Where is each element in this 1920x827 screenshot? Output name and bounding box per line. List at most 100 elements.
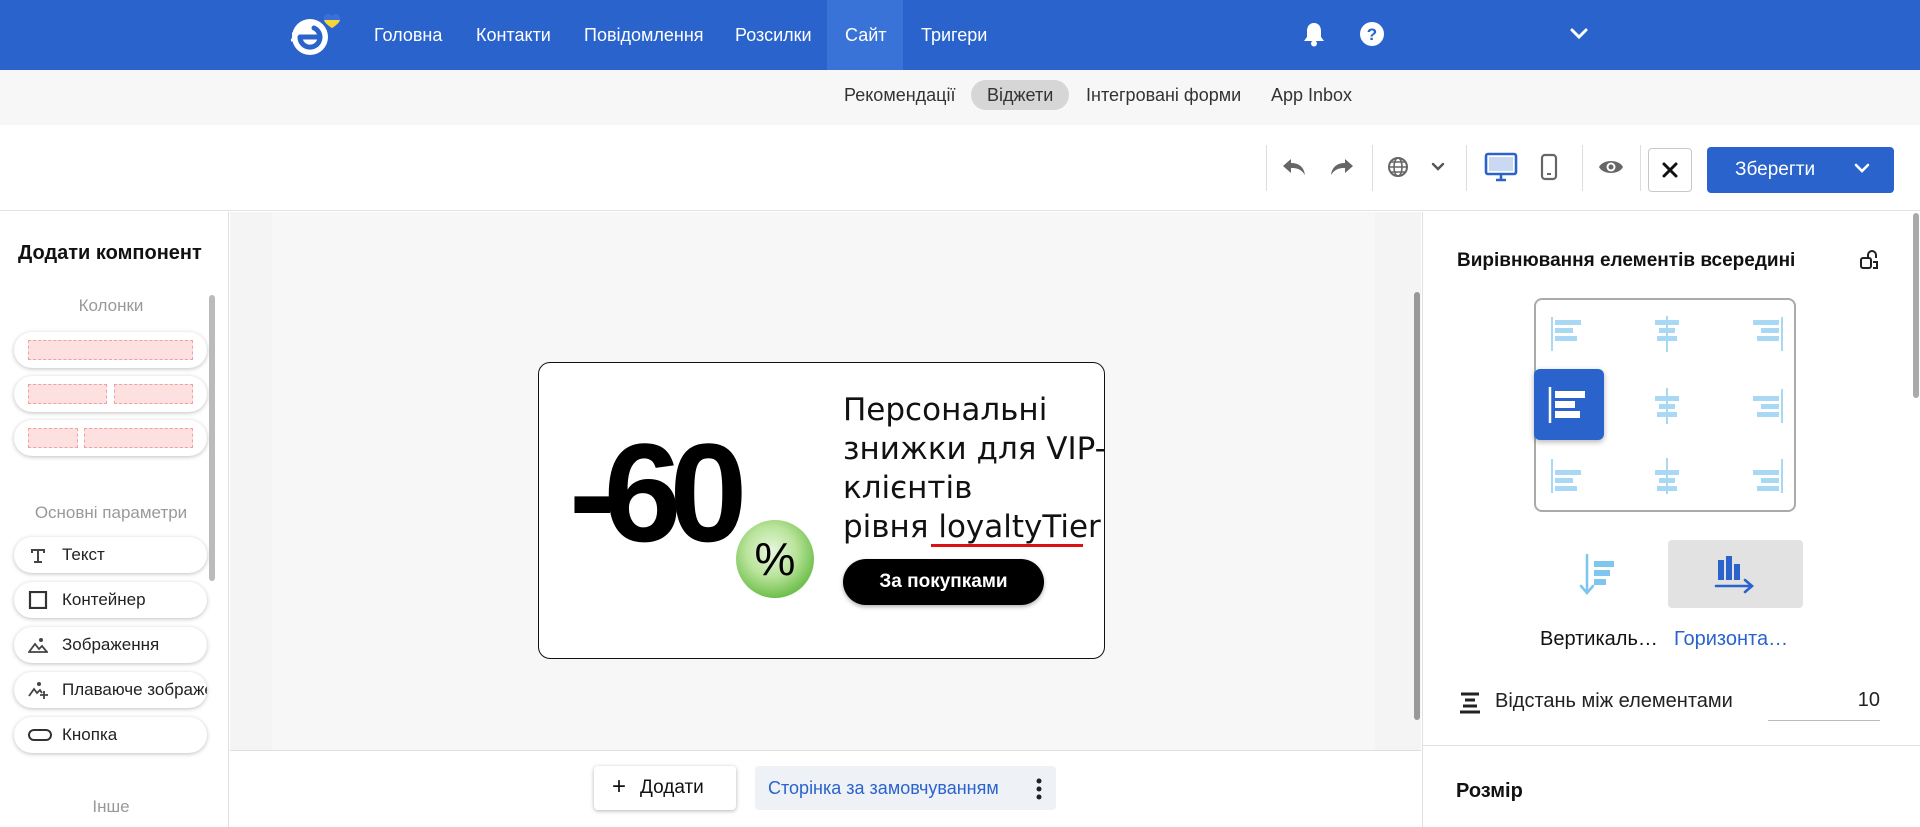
two-column-layout[interactable]	[14, 376, 207, 412]
direction-vertical-button[interactable]	[1533, 541, 1668, 609]
loyalty-tier-variable: loyaltyTier	[938, 509, 1101, 545]
nav-contacts[interactable]: Контакти	[458, 0, 569, 70]
mobile-icon[interactable]	[1529, 147, 1569, 187]
plus-icon: +	[612, 773, 627, 800]
spacing-icon	[1460, 692, 1480, 714]
subnav-app-inbox[interactable]: App Inbox	[1255, 80, 1368, 110]
align-middle-left-selected[interactable]	[1534, 369, 1604, 440]
align-bottom-center-icon[interactable]	[1647, 456, 1687, 496]
toolbar-divider	[1640, 145, 1641, 191]
component-text[interactable]: Текст	[14, 537, 207, 573]
one-column-layout[interactable]	[14, 332, 207, 368]
nav-site[interactable]: Сайт	[827, 0, 903, 70]
chevron-down-icon[interactable]	[1561, 16, 1597, 52]
component-text-label: Текст	[62, 545, 105, 564]
component-button[interactable]: Кнопка	[14, 717, 207, 753]
left-panel-scrollbar[interactable]	[209, 295, 215, 581]
basic-params-section-title: Основні параметри	[34, 503, 188, 522]
horizontal-direction-icon	[1714, 556, 1754, 594]
close-editor-button[interactable]	[1648, 148, 1692, 192]
column-cell	[28, 384, 107, 404]
esputnik-logo[interactable]	[288, 10, 356, 62]
page-tab-default[interactable]: Сторінка за замовчуванням	[755, 766, 1056, 810]
nav-mailings[interactable]: Розсилки	[717, 0, 830, 70]
toolbar-divider	[1466, 145, 1467, 191]
size-section-title: Розмір	[1456, 780, 1523, 802]
widget-headline[interactable]: Персональні знижки для VIP- клієнтів рів…	[843, 391, 1106, 547]
right-panel-scrollbar[interactable]	[1913, 213, 1919, 398]
image-icon	[28, 638, 48, 653]
align-middle-right-icon[interactable]	[1745, 386, 1785, 426]
more-options-icon[interactable]	[1036, 778, 1042, 800]
editor-toolbar	[0, 125, 1920, 211]
nav-home[interactable]: Головна	[356, 0, 460, 70]
alignment-title: Вирівнювання елементів всередині	[1457, 250, 1796, 271]
desktop-icon[interactable]	[1481, 147, 1521, 187]
columns-section-title: Колонки	[78, 296, 144, 315]
headline-line: знижки для VIP-	[843, 431, 1106, 467]
direction-horizontal-label: Горизонта…	[1674, 628, 1789, 650]
subnav-integrated-forms[interactable]: Інтегровані форми	[1070, 80, 1257, 110]
align-top-center-icon[interactable]	[1647, 314, 1687, 354]
component-image[interactable]: Зображення	[14, 627, 207, 663]
undo-icon[interactable]	[1274, 147, 1314, 187]
toolbar-divider	[1372, 145, 1373, 191]
percent-symbol: %	[754, 533, 796, 585]
button-icon	[28, 729, 52, 741]
align-top-right-icon[interactable]	[1745, 314, 1785, 354]
nav-messages[interactable]: Повідомлення	[566, 0, 722, 70]
save-options-chevron-down-icon[interactable]	[1854, 162, 1870, 174]
align-bottom-right-icon[interactable]	[1745, 456, 1785, 496]
add-page-button[interactable]: + Додати	[594, 766, 736, 810]
nav-triggers[interactable]: Тригери	[903, 0, 1005, 70]
component-container-label: Контейнер	[62, 590, 146, 609]
globe-icon[interactable]	[1378, 147, 1418, 187]
vertical-direction-icon	[1579, 553, 1614, 595]
two-column-uneven-layout[interactable]	[14, 420, 207, 456]
headline-line: клієнтів	[843, 470, 973, 506]
floating-image-icon	[28, 682, 48, 699]
shop-button[interactable]: За покупками	[843, 559, 1044, 605]
discount-value: -60	[569, 414, 747, 571]
component-image-label: Зображення	[62, 635, 160, 654]
subnav-widgets[interactable]: Віджети	[971, 80, 1070, 110]
add-component-panel: Додати компонент Колонки Основні парамет…	[0, 212, 229, 827]
add-component-title: Додати компонент	[18, 242, 202, 264]
component-floating-image[interactable]: Плаваюче зображення	[14, 672, 207, 708]
align-bottom-left-icon[interactable]	[1549, 456, 1589, 496]
component-button-label: Кнопка	[62, 725, 118, 744]
column-cell	[28, 340, 193, 360]
add-page-label: Додати	[640, 777, 704, 798]
eye-icon[interactable]	[1591, 147, 1631, 187]
column-cell	[84, 428, 193, 448]
align-middle-left-icon	[1548, 387, 1585, 423]
headline-line: Персональні	[843, 392, 1048, 428]
panel-divider	[1422, 745, 1920, 746]
direction-horizontal-button[interactable]	[1668, 540, 1803, 608]
other-section-title: Інше	[92, 797, 130, 816]
canvas-scrollbar[interactable]	[1414, 292, 1420, 720]
language-chevron-down-icon[interactable]	[1418, 147, 1458, 187]
save-button-label: Зберегти	[1735, 159, 1816, 180]
subnav-recommendations[interactable]: Рекомендації	[828, 80, 971, 110]
direction-vertical-label: Вертикаль…	[1540, 628, 1658, 650]
headline-prefix: рівня	[843, 509, 939, 545]
component-container[interactable]: Контейнер	[14, 582, 207, 618]
align-top-left-icon[interactable]	[1549, 314, 1589, 354]
container-icon	[28, 591, 48, 609]
lock-open-icon[interactable]	[1859, 250, 1879, 270]
site-sub-navigation: Рекомендації Віджети Інтегровані форми A…	[0, 70, 1920, 125]
bell-icon[interactable]	[1296, 16, 1332, 52]
percent-badge: %	[736, 520, 814, 598]
top-navigation-bar: Головна Контакти Повідомлення Розсилки С…	[0, 0, 1920, 70]
gap-label: Відстань між елементами	[1495, 690, 1733, 712]
toolbar-divider	[1582, 145, 1583, 191]
save-button[interactable]: Зберегти	[1707, 147, 1894, 193]
redo-icon[interactable]	[1322, 147, 1362, 187]
help-icon[interactable]: ?	[1354, 16, 1390, 52]
gap-value-input[interactable]: 10	[1768, 689, 1880, 721]
align-middle-center-icon[interactable]	[1647, 386, 1687, 426]
widget-preview[interactable]: -60 % Персональні знижки для VIP- клієнт…	[538, 362, 1106, 659]
text-icon	[31, 549, 45, 563]
component-floating-image-label: Плаваюче зображення	[62, 680, 207, 699]
